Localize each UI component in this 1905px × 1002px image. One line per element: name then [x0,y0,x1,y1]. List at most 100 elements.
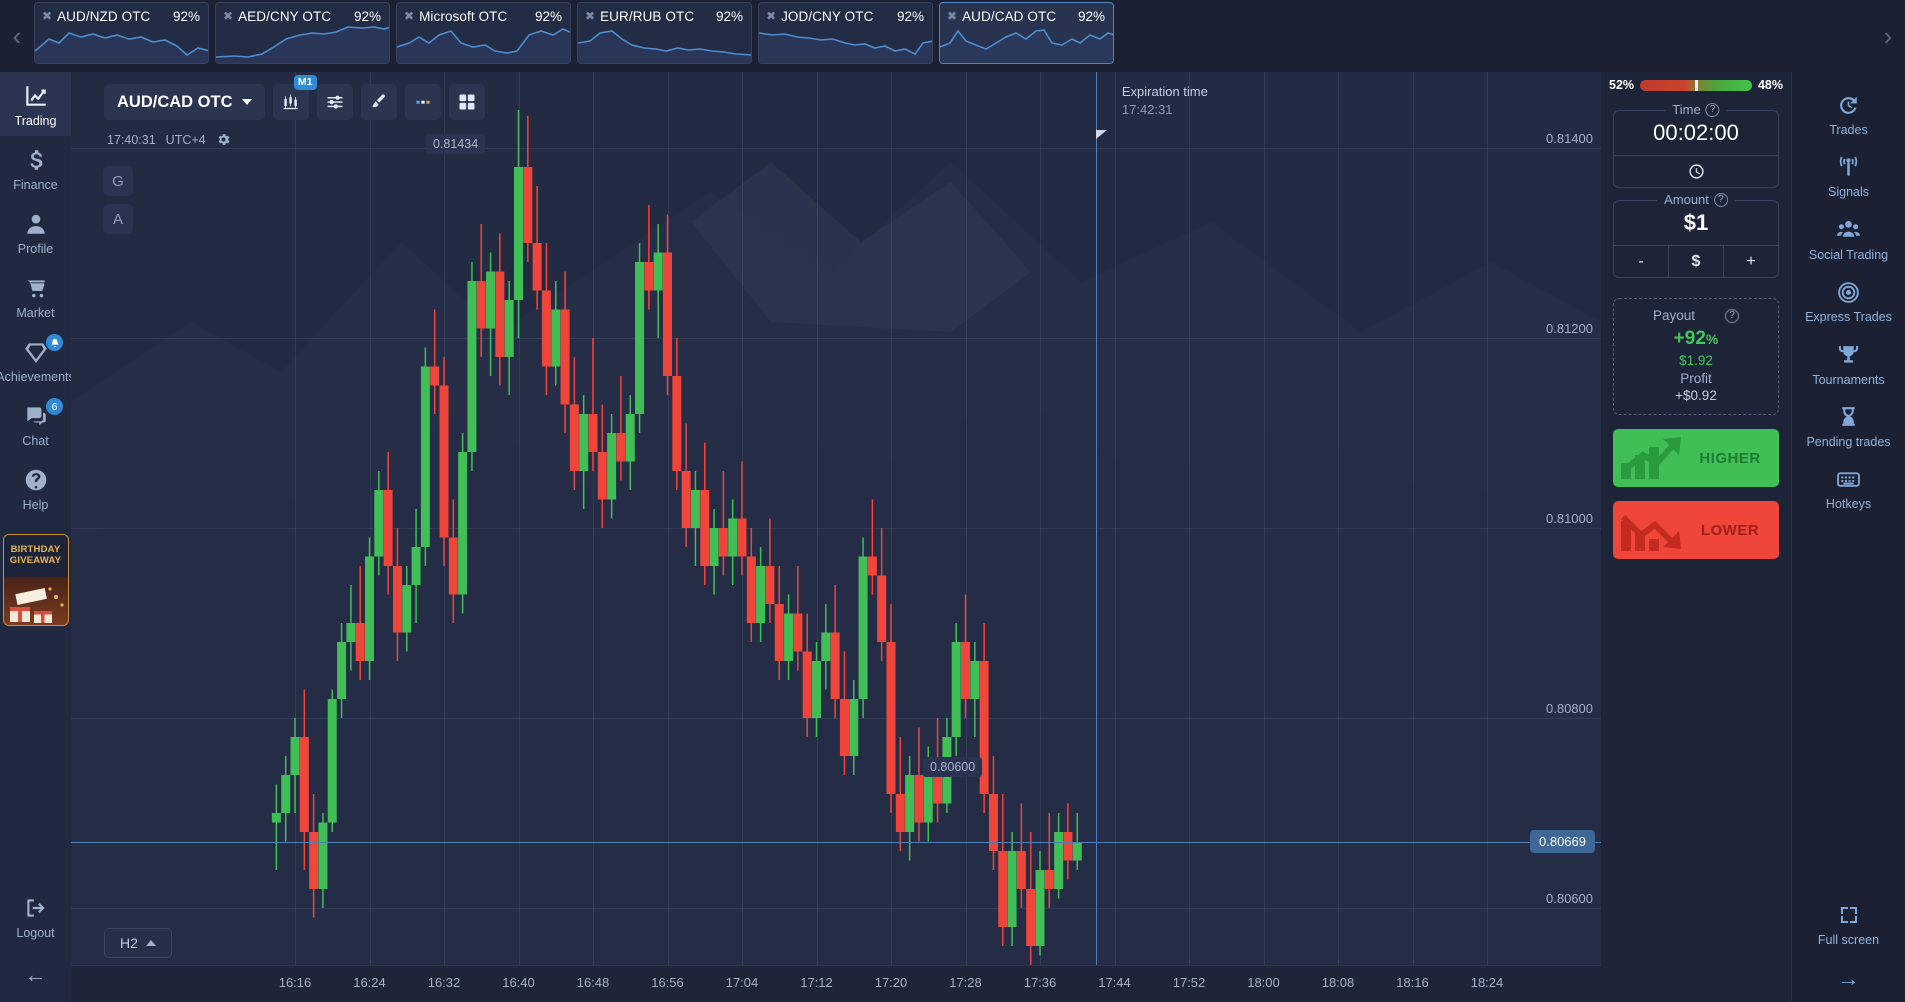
time-field-legend: Time ? [1665,102,1727,117]
tab-close-icon[interactable]: ✖ [585,10,595,22]
right-sidebar-item-trades[interactable]: Trades [1792,82,1905,144]
right-sidebar-item-hotkeys[interactable]: Hotkeys [1792,456,1905,518]
time-help-icon[interactable]: ? [1705,102,1720,117]
market-sentiment-bar: 52% 48% [1601,72,1791,98]
right-sidebar-item-express-trades[interactable]: Express Trades [1792,269,1905,331]
payout-header: Payout ? [1622,308,1770,323]
tab-asset-name: JOD/CNY OTC [781,8,874,24]
higher-trade-button[interactable]: HIGHER [1613,429,1779,487]
asset-tab[interactable]: ✖ AUD/NZD OTC 92% [34,2,209,64]
right-sidebar-item-tournaments[interactable]: Tournaments [1792,332,1905,394]
time-mode-row [1614,155,1778,187]
asset-tab[interactable]: ✖ AED/CNY OTC 92% [215,2,390,64]
sidebar-item-achievements[interactable]: Achievements [0,328,75,392]
tab-asset-name: Microsoft OTC [419,8,508,24]
time-tick-label: 18:16 [1396,975,1429,990]
payout-percent: +92% [1622,328,1770,350]
sidebar-item-trading[interactable]: Trading [0,72,71,136]
right-sidebar-item-label: Pending trades [1806,434,1891,449]
sidebar-item-profile[interactable]: Profile [0,200,71,264]
right-sidebar-item-pending-trades[interactable]: Pending trades [1792,394,1905,456]
candlestick-series [271,110,1082,965]
time-tick-label: 17:36 [1023,975,1057,990]
fullscreen-button[interactable]: Full screen [1792,892,1905,954]
keyboard-icon [1835,465,1863,493]
sidebar-item-help[interactable]: Help [0,456,71,520]
asset-tab[interactable]: ✖ EUR/RUB OTC 92% [577,2,752,64]
chart-toolbar: AUD/CAD OTC M1 [104,75,485,120]
tabs-next-arrow[interactable]: › [1871,0,1905,72]
asset-tab[interactable]: ✖ JOD/CNY OTC 92% [758,2,933,64]
chart-type-button[interactable]: M1 [272,75,317,120]
tabs-prev-arrow[interactable]: ‹ [0,0,34,72]
drawing-brush-button[interactable] [360,84,397,120]
sidebar-item-finance[interactable]: Finance [0,136,71,200]
sentiment-right-pct: 48% [1757,78,1783,92]
time-tick-label: 17:20 [874,975,908,990]
lower-trade-button[interactable]: LOWER [1613,501,1779,559]
tab-close-icon[interactable]: ✖ [947,10,957,22]
tab-close-icon[interactable]: ✖ [404,10,414,22]
time-axis: 16:16 16:24 16:32 16:40 16:48 16:56 17:04 17:12… [71,965,1601,1002]
sidebar-item-logout[interactable]: Logout [0,884,71,948]
tab-sparkline [35,32,208,63]
sidebar-collapse-arrow[interactable]: ← [25,948,47,992]
higher-label: HIGHER [1699,449,1761,467]
asset-selector-dropdown[interactable]: AUD/CAD OTC [104,84,265,120]
dollar-icon [22,146,50,174]
time-value[interactable]: 00:02:00 [1614,111,1778,155]
amount-currency-button[interactable]: $ [1668,246,1723,277]
right-sidebar-item-social-trading[interactable]: Social Trading [1792,207,1905,269]
more-options-button[interactable] [404,84,441,120]
payout-help-icon[interactable]: ? [1725,308,1740,323]
chart-marker-a[interactable]: A [103,204,133,234]
notification-bell-badge[interactable] [46,334,63,351]
amount-help-icon[interactable]: ? [1713,192,1728,207]
timeframe-selector[interactable]: H2 [104,928,172,958]
price-chart[interactable]: Expiration time 17:42:31 0.81400 0.81200 0… [71,72,1601,1002]
time-tick-label: 16:16 [278,975,312,990]
indicators-button[interactable] [316,84,353,120]
hourglass-icon [1835,403,1863,431]
birthday-giveaway-promo[interactable]: BIRTHDAY GIVEAWAY [2,534,69,626]
expiration-time-line [1095,72,1097,965]
asset-tab[interactable]: ✖ AUD/CAD OTC 92% [939,2,1114,64]
chart-marker-g[interactable]: G [103,166,133,196]
amount-decrease-button[interactable]: - [1614,246,1668,277]
right-sidebar-expand-arrow[interactable]: → [1838,954,1860,994]
tab-close-icon[interactable]: ✖ [223,10,233,22]
sidebar-item-chat[interactable]: 6 Chat [0,392,71,456]
antenna-icon [1835,153,1863,181]
sidebar-item-label: Market [16,306,55,320]
server-time: 17:40:31 [107,132,156,147]
asset-tab[interactable]: ✖ Microsoft OTC 92% [396,2,571,64]
tab-sparkline [397,28,570,63]
tab-sparkline [759,32,932,63]
history-clock-icon [1835,91,1863,119]
tab-asset-name: AUD/NZD OTC [57,8,151,24]
people-group-icon [1835,216,1863,244]
tab-close-icon[interactable]: ✖ [766,10,776,22]
time-tick-label: 17:04 [725,975,759,990]
sentiment-knob [1694,79,1698,91]
time-mode-clock-button[interactable] [1614,156,1778,187]
right-nav-bottom: Full screen → [1792,892,1905,1002]
gear-icon[interactable] [216,132,231,147]
amount-value[interactable]: $1 [1614,201,1778,245]
price-tick-label: 0.81200 [1546,321,1593,336]
right-sidebar-item-label: Signals [1828,185,1869,200]
sidebar-item-market[interactable]: Market [0,264,71,328]
payout-label: Payout [1652,308,1696,323]
tab-payout-percent: 92% [896,8,924,24]
right-nav-list: Trades Signals Social Trading Express Trade… [1792,82,1905,519]
chart-line-icon [22,82,50,110]
right-sidebar-item-signals[interactable]: Signals [1792,144,1905,206]
profit-amount: +$0.92 [1675,388,1717,403]
target-icon [1835,278,1863,306]
amount-increase-button[interactable]: + [1723,246,1778,277]
layout-grid-button[interactable] [448,84,485,120]
tab-payout-percent: 92% [715,8,743,24]
chevron-down-icon [241,99,252,105]
tab-close-icon[interactable]: ✖ [42,10,52,22]
tab-asset-name: EUR/RUB OTC [600,8,695,24]
